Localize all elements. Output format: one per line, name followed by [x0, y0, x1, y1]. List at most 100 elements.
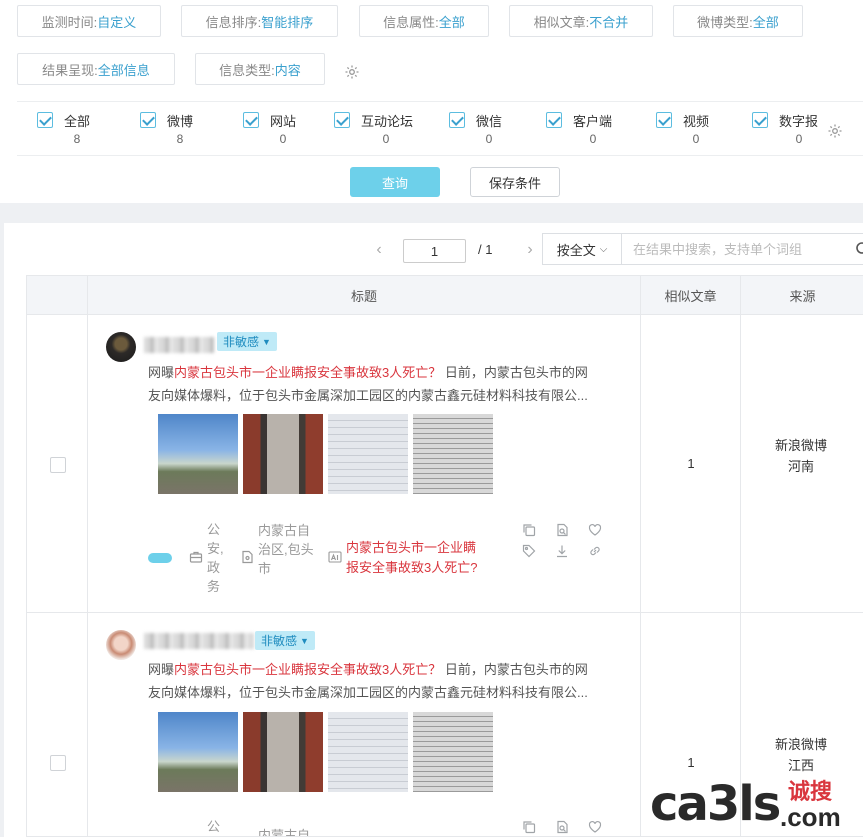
avatar[interactable]	[106, 630, 136, 660]
link-icon[interactable]	[588, 544, 602, 558]
source-type-label: 微信	[476, 114, 503, 129]
filter-label: 结果呈现:	[42, 62, 98, 78]
tag-icon[interactable]	[522, 544, 536, 558]
query-button[interactable]: 查询	[350, 167, 440, 197]
image-thumbnail[interactable]	[243, 712, 323, 792]
image-thumbnail[interactable]	[243, 414, 323, 494]
header-source: 来源	[741, 276, 863, 315]
row-checkbox[interactable]	[50, 457, 66, 473]
sort-filter[interactable]: 信息排序: 智能排序	[181, 5, 338, 37]
tag-pill	[148, 553, 172, 563]
snippet-rest: 日前，内蒙古包头市的网	[441, 662, 588, 677]
copy-icon[interactable]	[522, 820, 536, 834]
triangle-down-icon: ▼	[262, 336, 271, 347]
watermark-com: .com	[780, 802, 841, 832]
checkbox[interactable]	[449, 112, 465, 128]
filter-value: 内容	[274, 62, 301, 78]
sensitivity-badge[interactable]: 非敏感 ▼	[217, 332, 277, 351]
source-site: 新浪微博	[774, 438, 827, 453]
attribute-filter[interactable]: 信息属性: 全部	[359, 5, 489, 37]
image-thumbnail[interactable]	[158, 414, 238, 494]
header-title: 标题	[88, 276, 641, 315]
post-snippet[interactable]: 网曝内蒙古包头市一企业瞒报安全事故致3人死亡？ 日前，内蒙古包头市的网 友向媒体…	[148, 361, 625, 407]
location-doc-icon	[240, 550, 254, 564]
source-type-label: 客户端	[573, 114, 613, 129]
similar-filter[interactable]: 相似文章: 不合并	[509, 5, 653, 37]
source-cell: 新浪微博 河南	[741, 315, 863, 612]
page-total: / 1	[478, 242, 493, 257]
heart-icon[interactable]	[588, 820, 602, 834]
download-icon[interactable]	[555, 544, 569, 558]
sensitivity-label: 非敏感	[261, 634, 298, 648]
image-thumbnail[interactable]	[328, 414, 408, 494]
gear-icon[interactable]	[827, 123, 843, 139]
source-type-count: 0	[692, 132, 700, 146]
weibo-type-filter[interactable]: 微博类型: 全部	[673, 5, 803, 37]
content-cell: 非敏感 ▼ 网曝内蒙古包头市一企业瞒报安全事故致3人死亡？ 日前，内蒙古包头市的网…	[88, 613, 641, 837]
region-text: 内蒙古自	[258, 828, 311, 837]
similar-cell: 1	[641, 315, 741, 612]
watermark-mark: ca3ls	[650, 776, 781, 832]
image-gallery	[158, 712, 498, 792]
image-thumbnail[interactable]	[328, 712, 408, 792]
checkbox[interactable]	[243, 112, 259, 128]
monitor-time-filter[interactable]: 监测时间: 自定义	[17, 5, 161, 37]
search-input[interactable]	[623, 234, 853, 264]
briefcase-icon	[189, 550, 203, 564]
report-icon[interactable]	[555, 820, 569, 834]
author-name-blurred	[144, 337, 214, 353]
row-checkbox[interactable]	[50, 755, 66, 771]
heart-icon[interactable]	[588, 523, 602, 537]
source-type-label: 全部	[64, 114, 91, 129]
filter-value: 不合并	[589, 14, 629, 30]
copy-icon[interactable]	[522, 523, 536, 537]
next-page-button[interactable]: ›	[523, 241, 537, 259]
filter-label: 监测时间:	[41, 14, 98, 30]
headline-link[interactable]: 内蒙古包头市一企业瞒报安全事故致3人死亡?	[346, 538, 486, 578]
post-snippet[interactable]: 网曝内蒙古包头市一企业瞒报安全事故致3人死亡？ 日前，内蒙古包头市的网 友向媒体…	[148, 658, 625, 704]
display-filter[interactable]: 结果呈现: 全部信息	[17, 53, 175, 85]
checkbox[interactable]	[140, 112, 156, 128]
avatar[interactable]	[106, 332, 136, 362]
snippet-highlight: 内蒙古包头市一企业瞒报安全事故致3人死亡？	[174, 365, 442, 380]
save-conditions-button[interactable]: 保存条件	[470, 167, 560, 197]
checkbox[interactable]	[546, 112, 562, 128]
image-thumbnail[interactable]	[158, 712, 238, 792]
info-type-filter[interactable]: 信息类型: 内容	[195, 53, 325, 85]
chevron-down-icon: ⌵	[599, 243, 608, 255]
search-mode-value: 按全文	[556, 242, 596, 258]
gear-icon[interactable]	[344, 64, 360, 80]
page-number-input[interactable]	[403, 239, 466, 263]
image-thumbnail[interactable]	[413, 414, 493, 494]
search-icon[interactable]	[855, 241, 863, 257]
checkbox[interactable]	[752, 112, 768, 128]
result-search-box: 按全文 ⌵	[542, 233, 863, 265]
source-type-count: 8	[176, 132, 184, 146]
snippet-rest: 日前，内蒙古包头市的网	[441, 365, 588, 380]
filter-value: 自定义	[97, 14, 137, 30]
similar-count[interactable]: 1	[641, 456, 741, 471]
table-row[interactable]: 非敏感 ▼ 网曝内蒙古包头市一企业瞒报安全事故致3人死亡？ 日前，内蒙古包头市的网…	[27, 315, 863, 613]
checkbox[interactable]	[334, 112, 350, 128]
checkbox[interactable]	[656, 112, 672, 128]
filter-label: 信息属性:	[383, 14, 439, 30]
report-icon[interactable]	[555, 523, 569, 537]
source-type-label: 数字报	[779, 114, 819, 129]
search-mode-select[interactable]: 按全文 ⌵	[543, 234, 622, 264]
filter-label: 信息排序:	[205, 14, 262, 30]
sensitivity-badge[interactable]: 非敏感 ▼	[255, 631, 315, 650]
checkbox[interactable]	[37, 112, 53, 128]
prev-page-button[interactable]: ‹	[372, 241, 386, 259]
filter-panel: 监测时间: 自定义 信息排序: 智能排序 信息属性: 全部 相似文章: 不合并 …	[0, 0, 863, 203]
filter-label: 微博类型:	[697, 14, 753, 30]
similar-count[interactable]: 1	[641, 755, 741, 770]
source-type-count: 0	[279, 132, 287, 146]
source-type-label: 视频	[683, 114, 710, 129]
results-table: 标题 相似文章 来源 非敏感 ▼ 网曝内蒙古包头市一企业瞒报安全事故致3人死亡？ …	[26, 275, 863, 837]
select-cell	[27, 315, 88, 612]
category-text: 公安,政务	[207, 522, 224, 594]
filter-value: 智能排序	[261, 14, 314, 30]
image-thumbnail[interactable]	[413, 712, 493, 792]
snippet-prefix: 网曝	[148, 365, 175, 380]
source-type-count: 0	[485, 132, 493, 146]
